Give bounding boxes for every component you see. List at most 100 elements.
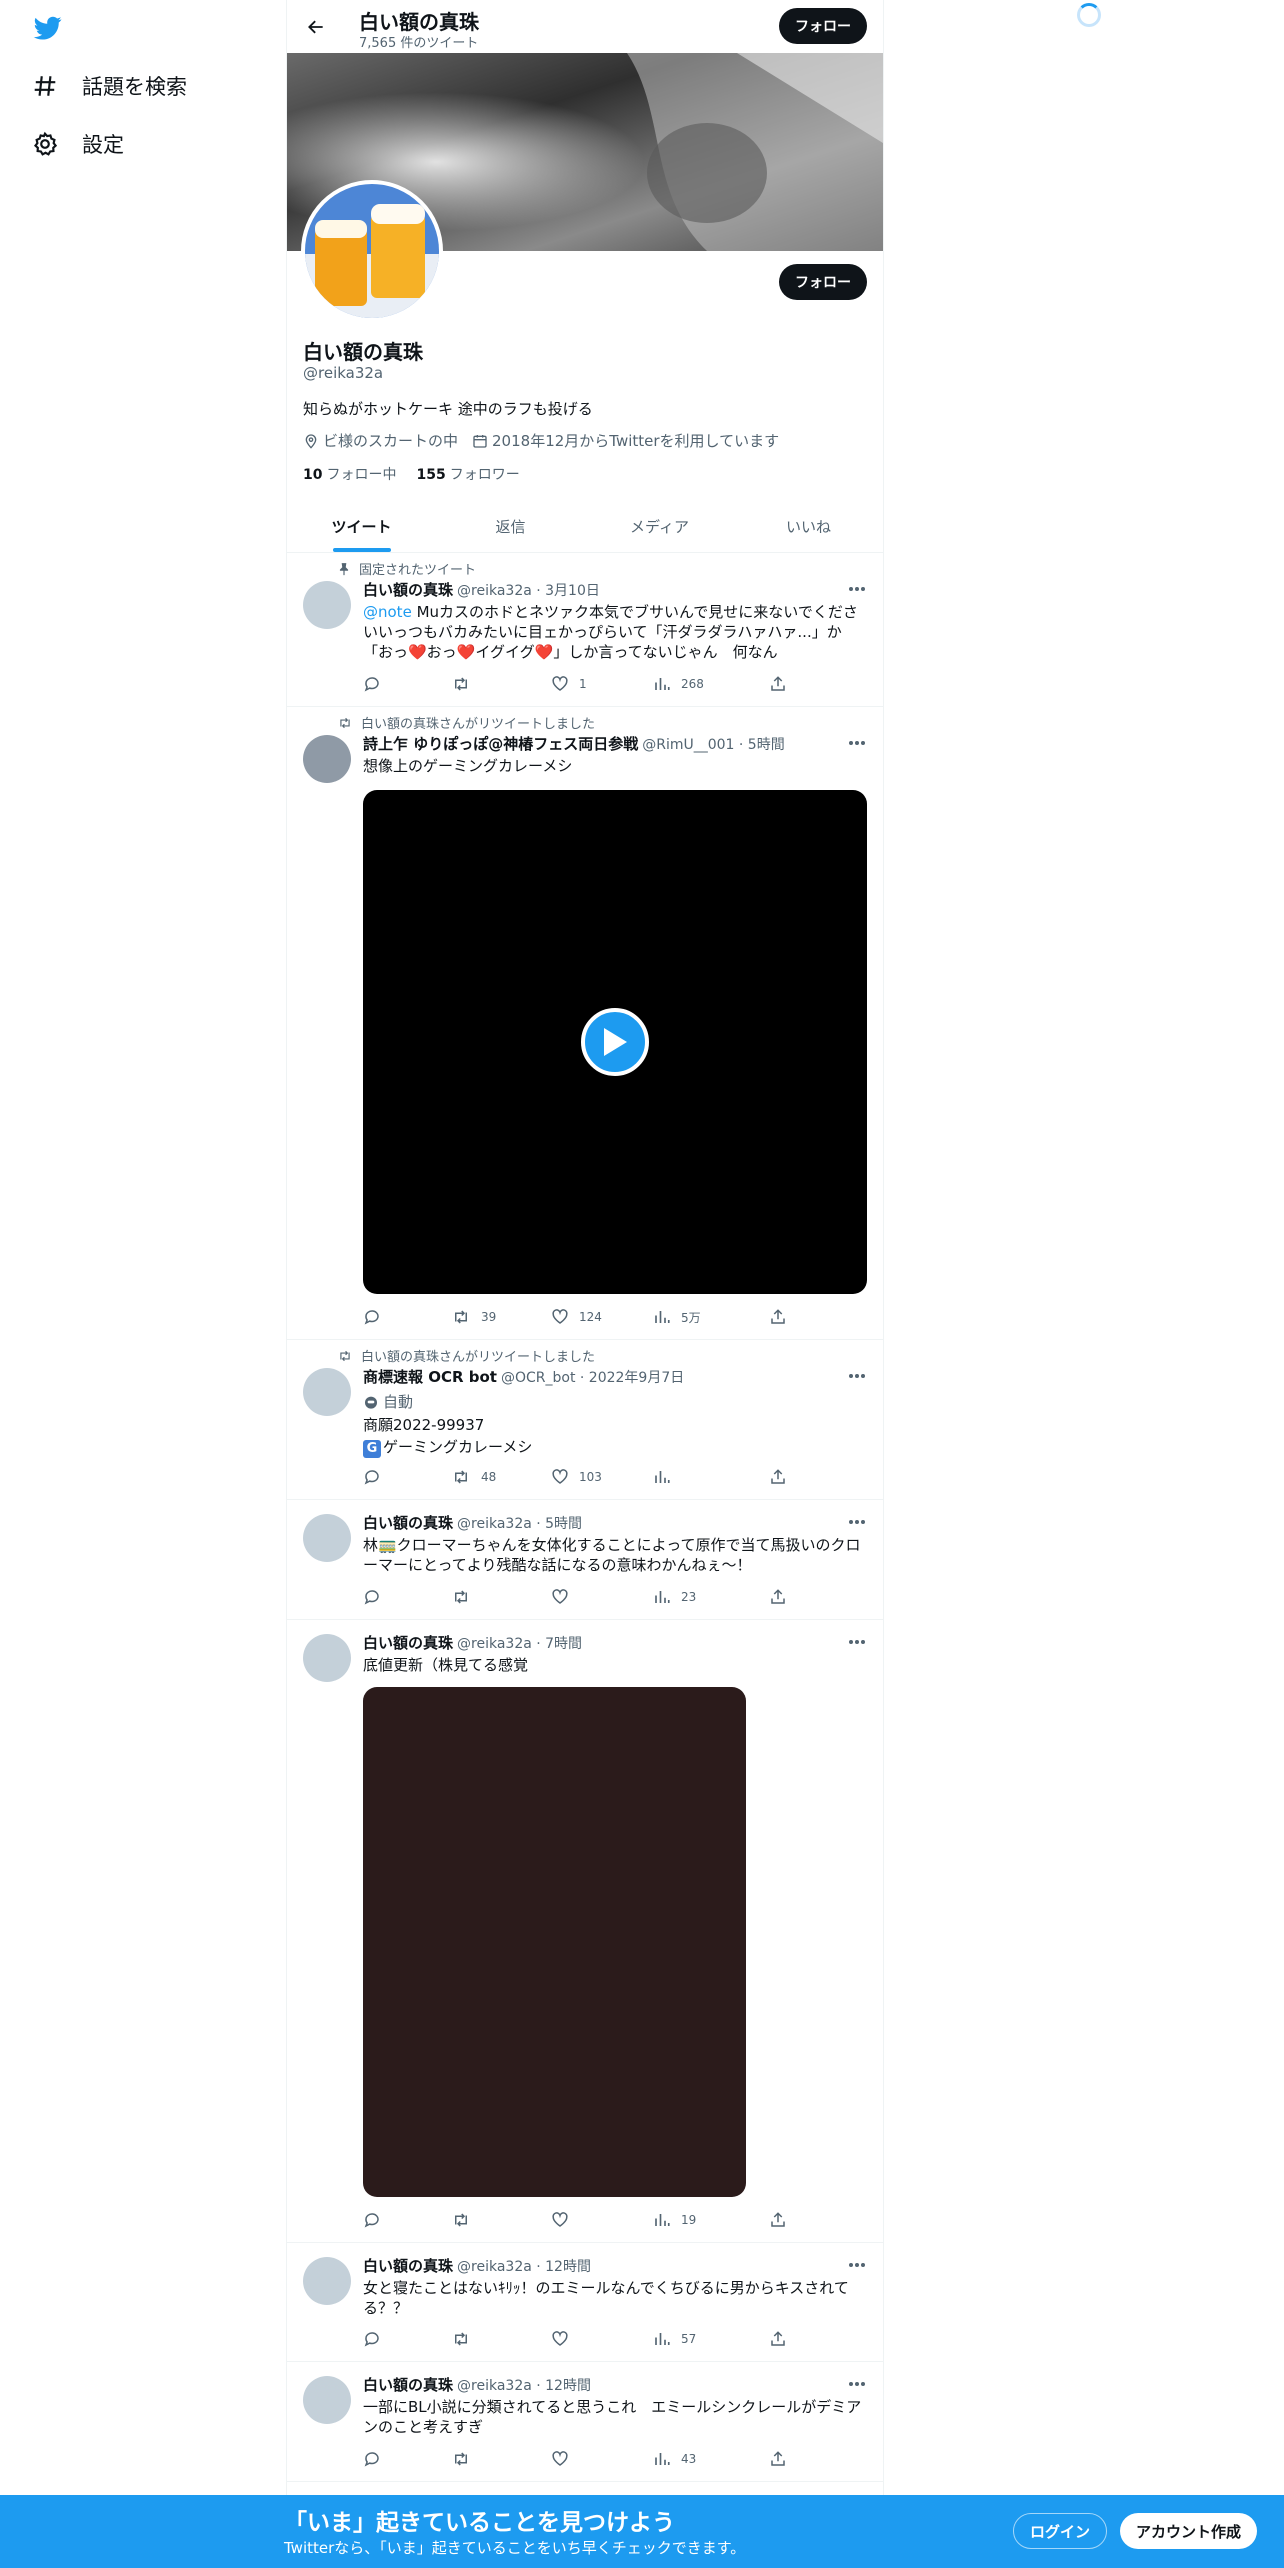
tab-replies[interactable]: 返信 <box>436 500 585 552</box>
reply-button[interactable] <box>363 2210 391 2230</box>
reply-button[interactable] <box>363 1467 391 1487</box>
tweet-author-name[interactable]: 白い額の真珠 <box>363 1632 453 1653</box>
profile-tabs: ツイート 返信 メディア いいね <box>287 500 883 553</box>
following-link[interactable]: 10 フォロー中 <box>303 464 396 484</box>
play-button[interactable] <box>581 1008 649 1076</box>
nav-explore[interactable]: 話題を検索 <box>32 64 187 108</box>
views-button[interactable]: 43 <box>653 2449 696 2469</box>
views-button[interactable] <box>653 1467 681 1487</box>
like-button[interactable] <box>551 2449 579 2469</box>
retweet-button[interactable] <box>451 2449 481 2469</box>
tweet[interactable]: 白い額の真珠 @reika32a · 7時間 底値更新（株見てる感覚 19 <box>287 1620 883 2243</box>
like-button[interactable] <box>551 2210 579 2230</box>
share-button[interactable] <box>769 674 797 694</box>
views-button[interactable]: 268 <box>653 674 704 694</box>
avatar[interactable] <box>303 1634 351 1682</box>
tweet-author-meta[interactable]: @reika32a · 7時間 <box>457 1633 582 1653</box>
signup-button[interactable]: アカウント作成 <box>1120 2513 1258 2549</box>
reply-button[interactable] <box>363 1307 391 1327</box>
tweet-author-name[interactable]: 商標速報 OCR bot <box>363 1366 497 1387</box>
tweet[interactable]: 白い額の真珠さんがリツイートしました 詩上乍 ゆりぽっぽ@神椿フェス両日参戦 @… <box>287 707 883 1340</box>
tweet[interactable]: 白い額の真珠 @reika32a · 12時間 一部にBL小説に分類されてると思… <box>287 2362 883 2482</box>
tweet-author-meta[interactable]: @reika32a · 12時間 <box>457 2256 591 2276</box>
tweet-author-name[interactable]: 詩上乍 ゆりぽっぽ@神椿フェス両日参戦 <box>363 733 638 754</box>
like-count: 124 <box>579 1310 602 1324</box>
tweet-author-meta[interactable]: @reika32a · 12時間 <box>457 2375 591 2395</box>
more-options-icon[interactable] <box>847 733 867 753</box>
share-button[interactable] <box>769 2210 797 2230</box>
reply-button[interactable] <box>363 2329 391 2349</box>
reply-button[interactable] <box>363 2449 391 2469</box>
views-button[interactable]: 5万 <box>653 1307 701 1327</box>
tweet-text: @note Muカスのホドとネツァク本気でブサいんで見せに来ないでくださいいっつ… <box>363 602 869 662</box>
avatar[interactable] <box>303 1514 351 1562</box>
tab-likes[interactable]: いいね <box>734 500 883 552</box>
tweet-author-name[interactable]: 白い額の真珠 <box>363 579 453 600</box>
profile-avatar[interactable] <box>301 180 443 322</box>
tweet-author-name[interactable]: 白い額の真珠 <box>363 2255 453 2276</box>
share-button[interactable] <box>769 2329 797 2349</box>
tweet[interactable]: 白い額の真珠さんがリツイートしました 商標速報 OCR bot @OCR_bot… <box>287 1340 883 1500</box>
nav-settings[interactable]: 設定 <box>32 122 124 166</box>
avatar[interactable] <box>303 581 351 629</box>
views-button[interactable]: 57 <box>653 2329 696 2349</box>
views-button[interactable]: 23 <box>653 1587 696 1607</box>
retweet-button[interactable]: 39 <box>451 1307 496 1327</box>
reply-button[interactable] <box>363 674 391 694</box>
tweet-header: 詩上乍 ゆりぽっぽ@神椿フェス両日参戦 @RimU__001 · 5時間 <box>363 733 785 754</box>
follow-button[interactable]: フォロー <box>779 264 867 300</box>
like-button[interactable]: 1 <box>551 674 587 694</box>
tab-media[interactable]: メディア <box>585 500 734 552</box>
followers-count: 155 <box>416 467 446 483</box>
share-button[interactable] <box>769 1587 797 1607</box>
reply-button[interactable] <box>363 1587 391 1607</box>
video-player[interactable] <box>363 790 867 1294</box>
followers-label: フォロワー <box>449 467 520 483</box>
tweet-header: 白い額の真珠 @reika32a · 7時間 <box>363 1632 582 1653</box>
arrow-left-icon <box>308 20 323 34</box>
tweet-author-meta[interactable]: @RimU__001 · 5時間 <box>642 734 784 754</box>
twitter-logo-icon[interactable] <box>32 14 64 42</box>
tweet-author-meta[interactable]: @reika32a · 3月10日 <box>457 580 600 600</box>
like-button[interactable]: 103 <box>551 1467 602 1487</box>
more-options-icon[interactable] <box>847 2374 867 2394</box>
avatar[interactable] <box>303 2257 351 2305</box>
share-button[interactable] <box>769 2449 797 2469</box>
tab-tweets[interactable]: ツイート <box>287 500 436 552</box>
tweet-photo[interactable] <box>363 1687 746 2197</box>
tweet[interactable]: 固定されたツイート 白い額の真珠 @reika32a · 3月10日 @note… <box>287 553 883 707</box>
more-options-icon[interactable] <box>847 1632 867 1652</box>
like-button[interactable] <box>551 2329 579 2349</box>
like-button[interactable]: 124 <box>551 1307 602 1327</box>
follow-button-header[interactable]: フォロー <box>779 8 867 44</box>
tweet-author-meta[interactable]: @reika32a · 5時間 <box>457 1513 582 1533</box>
avatar[interactable] <box>303 2376 351 2424</box>
tweet[interactable]: 白い額の真珠 @reika32a · 12時間 女と寝たことはないｷﾘｯ！のエミ… <box>287 2243 883 2362</box>
retweet-button[interactable] <box>451 674 481 694</box>
avatar[interactable] <box>303 1368 351 1416</box>
like-button[interactable] <box>551 1587 579 1607</box>
back-button[interactable] <box>301 12 331 42</box>
tweet-text-line-2-body: ゲーミングカレーメシ <box>383 1438 533 1456</box>
more-options-icon[interactable] <box>847 1366 867 1386</box>
tweet-author-meta[interactable]: @OCR_bot · 2022年9月7日 <box>501 1367 684 1387</box>
avatar[interactable] <box>303 735 351 783</box>
tweet-author-name[interactable]: 白い額の真珠 <box>363 2374 453 2395</box>
more-options-icon[interactable] <box>847 2255 867 2275</box>
retweet-button[interactable] <box>451 1587 481 1607</box>
retweet-button[interactable]: 48 <box>451 1467 496 1487</box>
login-button[interactable]: ログイン <box>1013 2513 1108 2549</box>
share-button[interactable] <box>769 1307 797 1327</box>
share-button[interactable] <box>769 1467 797 1487</box>
retweet-button[interactable] <box>451 2210 481 2230</box>
heart-icon <box>552 1469 568 1484</box>
tweet-author-name[interactable]: 白い額の真珠 <box>363 1512 453 1533</box>
mention-link[interactable]: @note <box>363 603 412 621</box>
more-options-icon[interactable] <box>847 579 867 599</box>
followers-link[interactable]: 155 フォロワー <box>416 464 519 484</box>
more-options-icon[interactable] <box>847 1512 867 1532</box>
share-icon <box>771 2451 785 2466</box>
tweet[interactable]: 白い額の真珠 @reika32a · 5時間 林🚃クローマーちゃんを女体化するこ… <box>287 1500 883 1620</box>
retweet-button[interactable] <box>451 2329 481 2349</box>
views-button[interactable]: 19 <box>653 2210 696 2230</box>
